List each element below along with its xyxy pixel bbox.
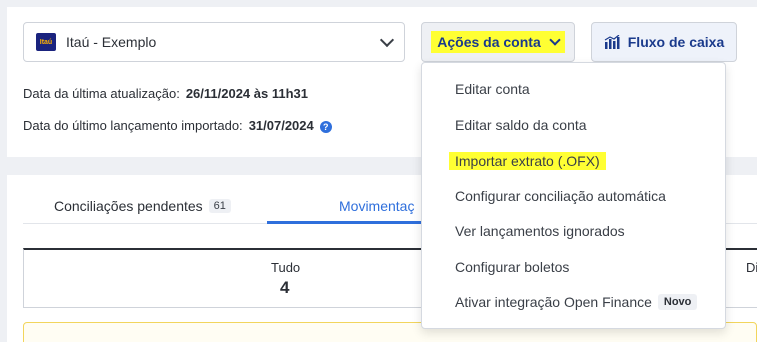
menu-item-label: Ver lançamentos ignorados <box>455 223 625 239</box>
cashflow-label: Fluxo de caixa <box>627 34 725 50</box>
chevron-down-icon <box>549 34 561 46</box>
bank-logo: Itaú <box>36 33 56 51</box>
last-update-label: Data da última atualização: <box>23 86 180 101</box>
active-tab-indicator <box>267 221 427 224</box>
bar-chart-icon <box>604 35 620 49</box>
menu-item-label: Importar extrato (.OFX) <box>449 152 606 170</box>
new-badge: Novo <box>657 294 698 310</box>
summary-label-right: Di <box>746 260 757 275</box>
account-select[interactable]: Itaú Itaú - Exemplo <box>23 22 405 62</box>
menu-item-auto-reconciliation[interactable]: Configurar conciliação automática <box>455 188 666 204</box>
tab-label: Conciliações pendentes <box>54 198 203 214</box>
summary-value: 4 <box>280 278 290 297</box>
chevron-down-icon <box>379 32 395 47</box>
menu-item-label: Configurar conciliação automática <box>455 188 666 204</box>
menu-item-import-statement[interactable]: Importar extrato (.OFX) <box>449 152 606 170</box>
summary-label: Tudo <box>271 260 301 275</box>
account-select-label: Itaú - Exemplo <box>66 34 157 50</box>
menu-item-label: Ativar integração Open Finance <box>455 294 652 310</box>
help-icon[interactable]: ? <box>319 120 332 133</box>
last-update-value: 26/11/2024 às 11h31 <box>185 86 308 101</box>
last-update-line: Data da última atualização: 26/11/2024 às… <box>23 86 308 101</box>
menu-item-configure-boletos[interactable]: Configurar boletos <box>455 259 569 275</box>
menu-item-label: Editar saldo da conta <box>455 117 587 133</box>
last-import-label: Data do último lançamento importado: <box>23 118 243 133</box>
menu-item-edit-account[interactable]: Editar conta <box>455 81 530 97</box>
menu-item-edit-balance[interactable]: Editar saldo da conta <box>455 117 587 133</box>
menu-item-label: Editar conta <box>455 81 530 97</box>
account-actions-label: Ações da conta <box>437 34 541 50</box>
last-import-line: Data do último lançamento importado: 31/0… <box>23 118 332 133</box>
count-badge: 61 <box>208 199 231 213</box>
menu-item-ignored-entries[interactable]: Ver lançamentos ignorados <box>455 223 625 239</box>
last-import-value: 31/07/2024 <box>248 118 314 133</box>
tab-label: Movimentaç <box>339 198 415 214</box>
account-actions-menu: Editar conta Editar saldo da conta Impor… <box>421 62 726 329</box>
menu-item-label: Configurar boletos <box>455 259 570 275</box>
account-actions-button[interactable]: Ações da conta <box>421 22 575 62</box>
tab-pending-reconciliations[interactable]: Conciliações pendentes 61 <box>54 198 231 214</box>
tab-transactions[interactable]: Movimentaç <box>339 198 414 214</box>
cashflow-button[interactable]: Fluxo de caixa <box>591 22 737 62</box>
menu-item-open-finance[interactable]: Ativar integração Open Finance Novo <box>455 294 698 310</box>
